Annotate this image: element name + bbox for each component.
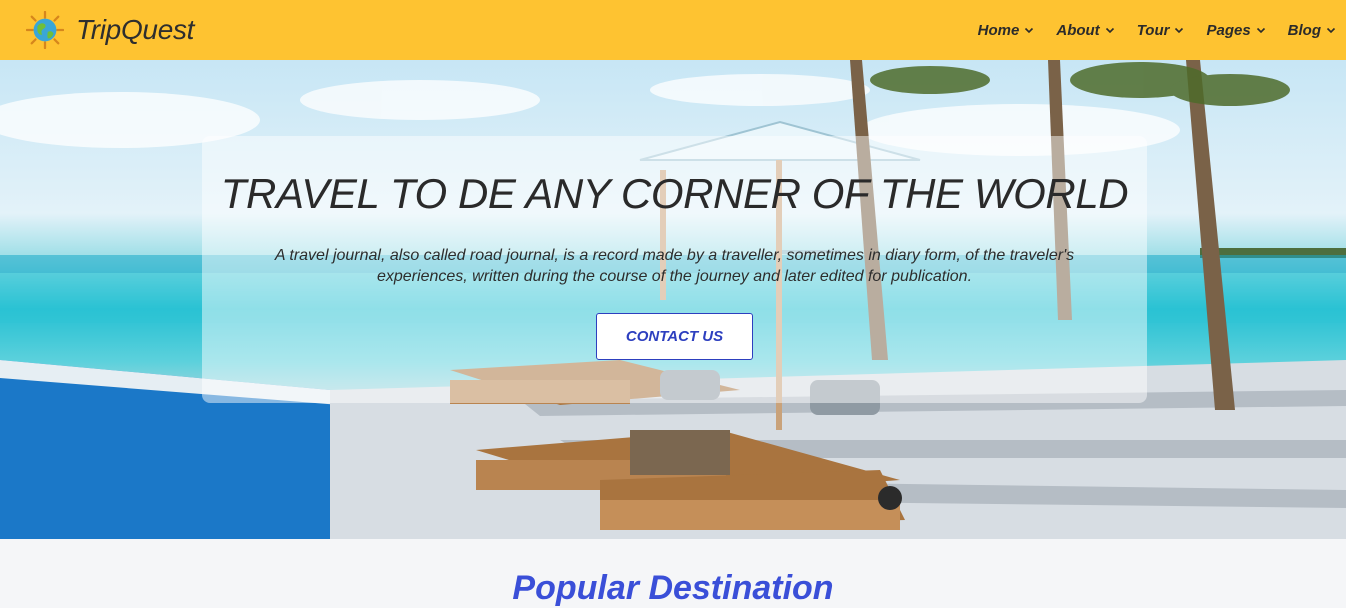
hero-banner: TRAVEL TO DE ANY CORNER OF THE WORLD A t… (0, 60, 1346, 539)
nav-about-label: About (1056, 21, 1100, 39)
nav-pages[interactable]: Pages (1206, 22, 1265, 39)
chevron-down-icon (1326, 27, 1336, 34)
chevron-down-icon (1105, 27, 1114, 34)
top-navbar: TripQuest Home About Tour Pages Blog (0, 0, 1346, 60)
main-nav: Home About Tour Pages Blog (978, 22, 1336, 39)
brand-name: TripQuest (76, 14, 195, 45)
nav-tour[interactable]: Tour (1137, 22, 1185, 39)
nav-home[interactable]: Home (978, 22, 1035, 39)
hero-overlay-card: TRAVEL TO DE ANY CORNER OF THE WORLD A t… (202, 136, 1147, 403)
hero-description: A travel journal, also called road journ… (274, 247, 1075, 285)
nav-about[interactable]: About (1056, 22, 1114, 39)
chevron-down-icon (1256, 27, 1265, 34)
chevron-down-icon (1025, 27, 1034, 34)
nav-blog[interactable]: Blog (1288, 22, 1336, 39)
globe-icon (26, 11, 64, 49)
hero-title: TRAVEL TO DE ANY CORNER OF THE WORLD (220, 170, 1129, 217)
nav-tour-label: Tour (1136, 21, 1170, 39)
nav-home-label: Home (977, 21, 1020, 39)
brand-link[interactable]: TripQuest (26, 11, 194, 49)
contact-us-button[interactable]: CONTACT US (596, 313, 753, 360)
nav-blog-label: Blog (1287, 21, 1321, 39)
section-title: Popular Destination (512, 569, 834, 607)
nav-pages-label: Pages (1206, 21, 1251, 39)
chevron-down-icon (1175, 27, 1184, 34)
